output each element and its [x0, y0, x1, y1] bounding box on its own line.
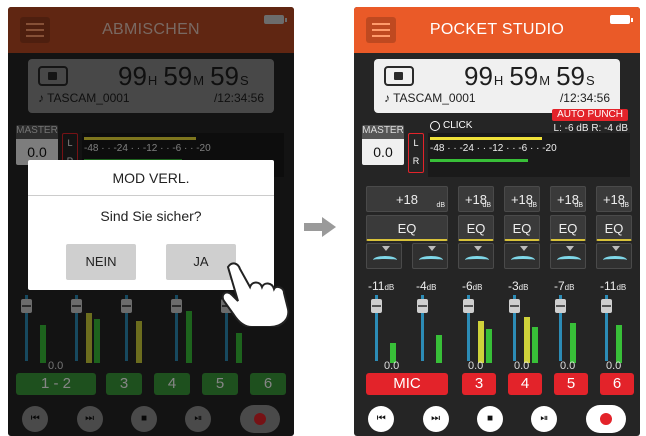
time-display: 99H 59M 59S [464, 61, 595, 91]
fader-value: 0.0 [560, 360, 576, 372]
fader[interactable] [414, 293, 450, 365]
lr-level-readout: L: -6 dB R: -4 dB [553, 123, 628, 134]
eq-button[interactable]: EQ [550, 215, 586, 241]
rewind-icon[interactable]: ⏮ [368, 405, 395, 432]
eq-button[interactable]: EQ [366, 215, 448, 241]
song-name: ♪ TASCAM_0001 [384, 91, 476, 105]
channel-button[interactable]: 6 [600, 373, 634, 395]
dialog-title: MOD VERL. [28, 160, 274, 196]
fader[interactable] [368, 293, 404, 365]
click-radio-icon [430, 120, 440, 131]
no-button[interactable]: NEIN [66, 244, 136, 280]
fast-forward-icon[interactable]: ⏭ [422, 405, 449, 432]
stop-status-icon [384, 66, 414, 86]
fader-value: 0.0 [514, 360, 530, 372]
volume-label: -4dB [416, 279, 437, 293]
pan-knob[interactable] [596, 243, 632, 269]
fader[interactable] [506, 293, 542, 365]
eq-button[interactable]: EQ [458, 215, 494, 241]
fader[interactable] [552, 293, 588, 365]
gain-button[interactable]: +18 dB [596, 186, 632, 212]
title-bar: POCKET STUDIO [354, 7, 640, 53]
channel-button[interactable]: 5 [554, 373, 588, 395]
pan-knob[interactable] [412, 243, 448, 269]
fader-value: 0.0 [468, 360, 484, 372]
meter-bar-left [430, 137, 542, 140]
time-counter: 99H 59M 59S ♪ TASCAM_0001 /12:34:56 [374, 59, 620, 113]
right-screen: POCKET STUDIO 99H 59M 59S ♪ TASCAM_0001 /1… [354, 7, 640, 436]
pan-knob[interactable] [504, 243, 540, 269]
volume-label: -7dB [554, 279, 575, 293]
volume-label: -6dB [462, 279, 483, 293]
pan-knob[interactable] [550, 243, 586, 269]
volume-label: -11dB [368, 279, 395, 293]
fader-value: 0.0 [384, 360, 400, 372]
pointing-hand-icon [221, 262, 290, 327]
meter-bar-right [430, 159, 528, 162]
channel-button-mic[interactable]: MIC [366, 373, 448, 395]
battery-icon [610, 15, 633, 24]
pan-row [354, 243, 640, 271]
menu-icon[interactable] [366, 17, 396, 43]
gain-button[interactable]: +18 dB [504, 186, 540, 212]
auto-punch-badge: AUTO PUNCH [552, 109, 628, 121]
song-duration: /12:34:56 [559, 91, 610, 105]
gain-button[interactable]: +18 dB [458, 186, 494, 212]
master-value[interactable]: 0.0 [362, 139, 404, 165]
lr-indicator: LR [408, 133, 424, 173]
arrow-right-icon [304, 217, 340, 237]
eq-button[interactable]: EQ [596, 215, 632, 241]
eq-button[interactable]: EQ [504, 215, 540, 241]
fader-value: 0.0 [606, 360, 622, 372]
transport-bar: ⏮ ⏭ ■ ⏯ [354, 401, 640, 436]
gain-button[interactable]: +18 dB [366, 186, 448, 212]
click-toggle[interactable]: CLICK [430, 120, 472, 131]
channel-button[interactable]: 3 [462, 373, 496, 395]
meter-scale: -48 · · -24 · · -12 · · -6 · · -20 [430, 143, 557, 154]
screen-title: POCKET STUDIO [429, 21, 565, 38]
left-screen: ABMISCHEN 99H 59M 59S ♪ TASCAM_0001 /12:34… [8, 7, 294, 436]
pan-knob[interactable] [458, 243, 494, 269]
record-icon[interactable] [585, 404, 626, 433]
gain-button[interactable]: +18 dB [550, 186, 586, 212]
volume-label: -3dB [508, 279, 529, 293]
volume-label: -11dB [600, 279, 627, 293]
eq-row: EQ EQ EQ EQ EQ [354, 215, 640, 243]
stop-icon[interactable]: ■ [476, 405, 503, 432]
dialog-message: Sind Sie sicher? [100, 208, 202, 224]
master-label: MASTER [362, 125, 404, 139]
channel-button[interactable]: 4 [508, 373, 542, 395]
pan-knob[interactable] [366, 243, 402, 269]
play-pause-icon[interactable]: ⏯ [531, 405, 558, 432]
fader[interactable] [598, 293, 634, 365]
gain-row: +18 dB +18 dB +18 dB +18 dB +18 dB [354, 186, 640, 214]
level-meter: L: -6 dB R: -4 dB -48 · · -24 · · -12 · … [428, 123, 630, 177]
fader[interactable] [460, 293, 496, 365]
